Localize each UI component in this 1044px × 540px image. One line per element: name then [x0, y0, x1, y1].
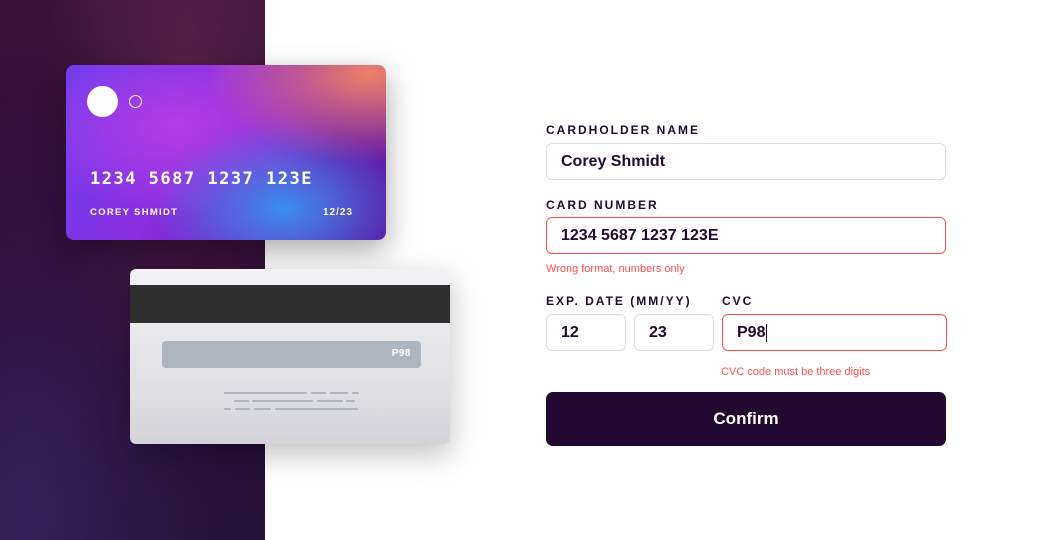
card-cvc-display: P98: [391, 348, 411, 359]
card-front: 1234 5687 1237 123E COREY SHMIDT 12/23: [66, 65, 386, 240]
confirm-button[interactable]: Confirm: [546, 392, 946, 446]
cvc-value: P98: [737, 323, 766, 341]
card-holder-display: COREY SHMIDT: [90, 207, 179, 218]
card-back: P98: [130, 269, 450, 444]
card-number-value: 1234 5687 1237 123E: [561, 226, 719, 244]
magnetic-stripe: [130, 285, 450, 323]
expiry-month-value: 12: [561, 323, 579, 341]
card-logo-circle-icon: [87, 86, 118, 117]
card-number-error: Wrong format, numbers only: [546, 263, 685, 275]
cardholder-name-value: Corey Shmidt: [561, 152, 666, 170]
card-number-display: 1234 5687 1237 123E: [90, 169, 313, 189]
cvc-input[interactable]: P98: [722, 314, 947, 351]
cvc-error: CVC code must be three digits: [721, 366, 871, 378]
card-logo-ring-icon: [129, 95, 142, 108]
signature-strip: P98: [162, 341, 421, 368]
expiry-date-label: EXP. DATE (MM/YY): [546, 294, 692, 308]
cardholder-name-input[interactable]: Corey Shmidt: [546, 143, 946, 180]
card-number-label: CARD NUMBER: [546, 198, 659, 212]
card-number-input[interactable]: 1234 5687 1237 123E: [546, 217, 946, 254]
text-caret: [766, 323, 768, 342]
expiry-month-input[interactable]: 12: [546, 314, 626, 351]
expiry-year-value: 23: [649, 323, 667, 341]
expiry-year-input[interactable]: 23: [634, 314, 714, 351]
cardholder-name-label: CARDHOLDER NAME: [546, 123, 700, 137]
cvc-label: CVC: [722, 294, 754, 308]
card-expiry-display: 12/23: [322, 207, 353, 218]
